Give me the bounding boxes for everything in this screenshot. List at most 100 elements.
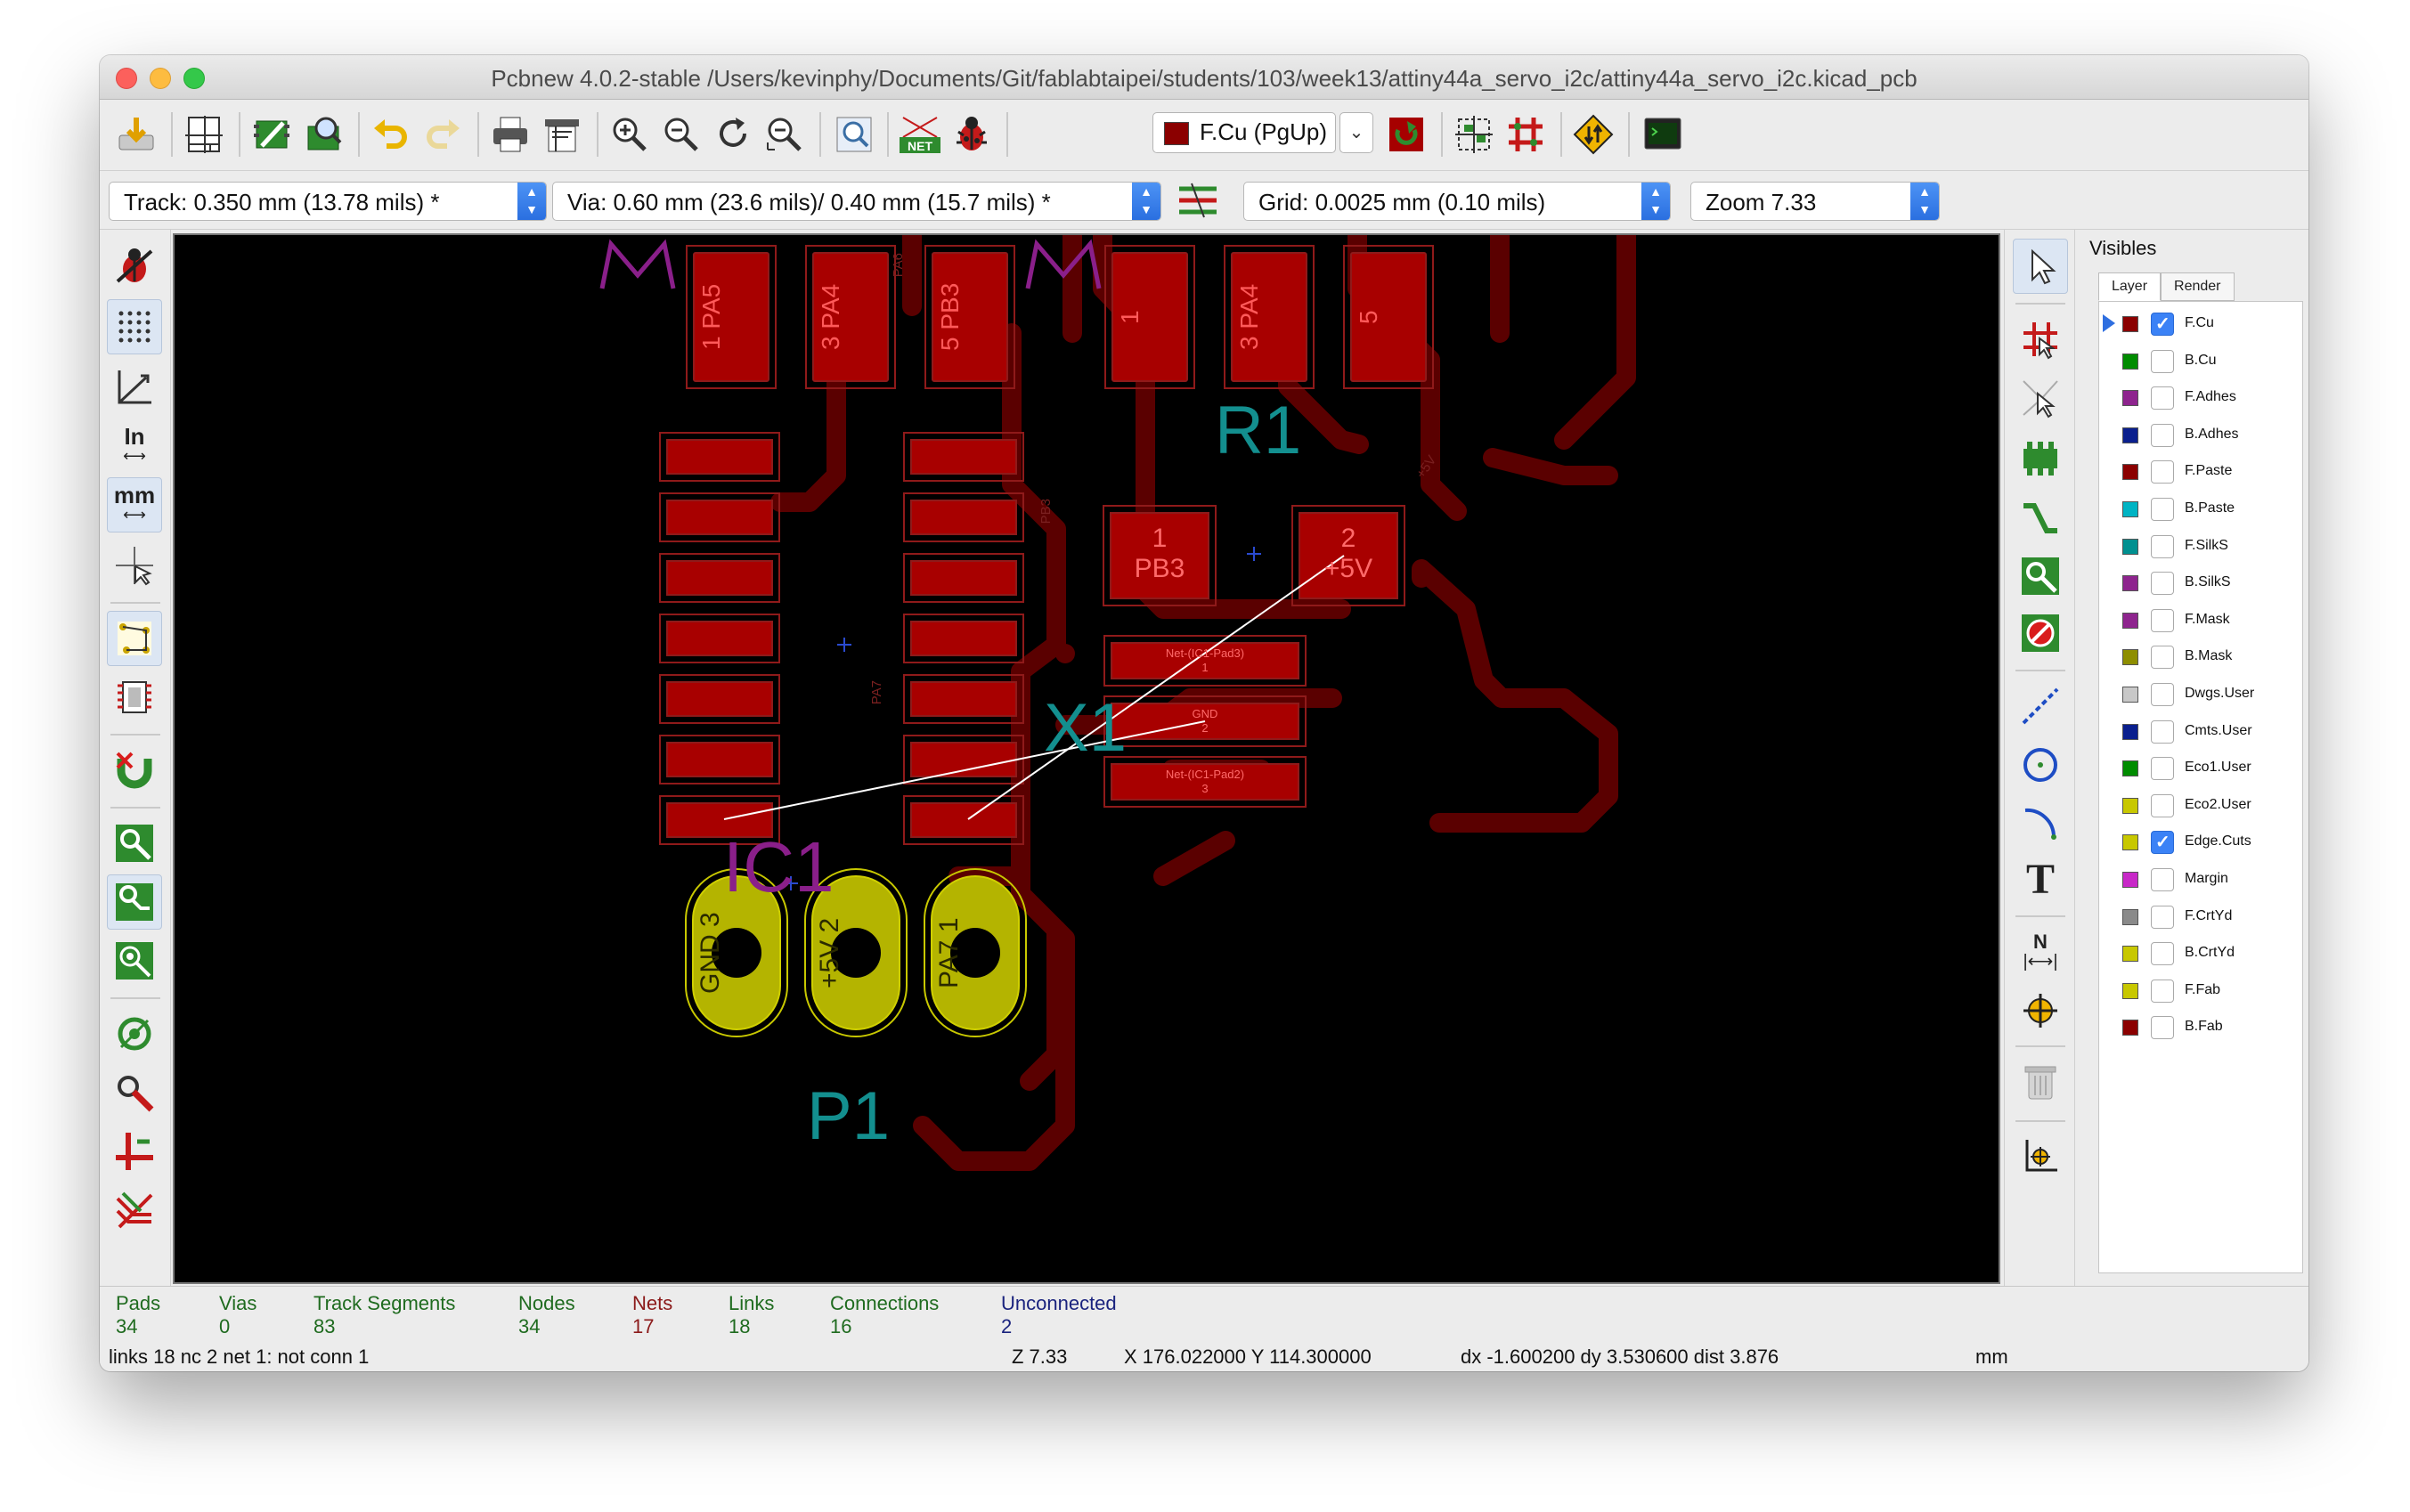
layer-color-swatch[interactable] (2122, 538, 2138, 555)
r1-pad-2[interactable]: 2 +5V (1299, 513, 1397, 598)
layer-color-swatch[interactable] (2122, 1020, 2138, 1036)
layer-row[interactable]: B.SilkS (2099, 566, 2302, 598)
layer-visibility-checkbox[interactable] (2151, 793, 2174, 817)
layer-row[interactable]: F.Paste (2099, 455, 2302, 487)
top-pad-2[interactable]: 3 PA4 (813, 253, 888, 381)
zoom-out-icon[interactable] (654, 107, 709, 162)
layer-row[interactable]: F.Cu (2099, 307, 2302, 339)
plot-icon[interactable] (534, 107, 590, 162)
layer-visibility-checkbox[interactable] (2151, 942, 2174, 966)
layer-row[interactable]: Margin (2099, 863, 2302, 895)
add-arc-icon[interactable] (2013, 794, 2068, 849)
layer-selector[interactable]: F.Cu (PgUp) (1152, 112, 1336, 153)
tab-layer[interactable]: Layer (2098, 272, 2162, 301)
layer-color-swatch[interactable] (2122, 353, 2138, 370)
layer-row[interactable]: Eco2.User (2099, 789, 2302, 821)
layer-row[interactable]: F.SilkS (2099, 530, 2302, 562)
layer-color-swatch[interactable] (2122, 982, 2138, 999)
magnetic-icon[interactable] (107, 743, 162, 798)
layer-visibility-checkbox[interactable] (2151, 349, 2174, 373)
top-pad-1[interactable]: 1 PA5 (694, 253, 769, 381)
layer-row[interactable]: B.CrtYd (2099, 937, 2302, 969)
add-text-icon[interactable]: T (2013, 851, 2068, 906)
select-icon[interactable] (2013, 239, 2068, 294)
layer-color-swatch[interactable] (2122, 316, 2138, 332)
grid-origin-icon[interactable] (2013, 1129, 2068, 1184)
auto-track-width-icon[interactable] (1170, 173, 1225, 228)
mm-units-icon[interactable]: mm ⟷ (107, 477, 162, 532)
layer-visibility-checkbox[interactable] (2151, 386, 2174, 411)
top-pad-3[interactable]: 5 PB3 (932, 253, 1007, 381)
ratsnest-icon[interactable] (107, 611, 162, 666)
layer-pair-icon[interactable] (1379, 107, 1434, 162)
layer-color-swatch[interactable] (2122, 464, 2138, 481)
layer-visibility-checkbox[interactable] (2151, 572, 2174, 596)
keepout-icon[interactable] (2013, 606, 2068, 661)
local-ratsnest-icon[interactable] (2013, 370, 2068, 426)
target-icon[interactable] (2013, 983, 2068, 1038)
via-sketch-icon[interactable] (107, 933, 162, 988)
zone-fill-icon[interactable] (107, 816, 162, 871)
netlist-icon[interactable]: NET (892, 107, 948, 162)
cursor-shape-icon[interactable] (107, 538, 162, 593)
layer-color-swatch[interactable] (2122, 687, 2138, 703)
layer-color-swatch[interactable] (2122, 501, 2138, 517)
layer-color-swatch[interactable] (2122, 649, 2138, 666)
layer-row[interactable]: B.Paste (2099, 492, 2302, 524)
autoplace-icon[interactable] (1446, 107, 1502, 162)
pcb-canvas[interactable]: 1 PA5 3 PA4 5 PB3 1 3 PA4 5 1 PB3 2 +5V … (173, 233, 2000, 1284)
delete-icon[interactable] (2013, 1054, 2068, 1110)
layer-visibility-checkbox[interactable] (2151, 683, 2174, 706)
scripting-console-icon[interactable] (1635, 107, 1690, 162)
track-sketch-icon[interactable] (107, 874, 162, 930)
layer-visibility-checkbox[interactable] (2151, 313, 2174, 336)
inch-units-icon[interactable]: In ⟷ (107, 419, 162, 474)
library-editor-icon[interactable] (244, 107, 299, 162)
layer-row[interactable]: B.Cu (2099, 345, 2302, 377)
zoom-select[interactable]: Zoom 7.33 ▲ ▼ (1690, 182, 1940, 221)
layer-row[interactable]: B.Fab (2099, 1011, 2302, 1043)
layer-color-swatch[interactable] (2122, 834, 2138, 851)
x1-pad-1[interactable]: Net-(IC1-Pad3) 1 (1111, 643, 1299, 679)
layer-visibility-checkbox[interactable] (2151, 498, 2174, 521)
top-pad-6[interactable]: 5 (1351, 253, 1426, 381)
microwave-icon[interactable] (1566, 107, 1621, 162)
redraw-icon[interactable] (705, 107, 761, 162)
add-circle-icon[interactable] (2013, 737, 2068, 793)
drc-off-icon[interactable] (107, 239, 162, 294)
layer-visibility-checkbox[interactable] (2151, 905, 2174, 929)
layer-row[interactable]: Eco1.User (2099, 752, 2302, 784)
layer-visibility-checkbox[interactable] (2151, 1016, 2174, 1040)
track-length-icon[interactable] (107, 1183, 162, 1238)
grid-select[interactable]: Grid: 0.0025 mm (0.10 mils) ▲ ▼ (1243, 182, 1671, 221)
layer-row[interactable]: B.Mask (2099, 640, 2302, 672)
layer-visibility-checkbox[interactable] (2151, 831, 2174, 855)
layer-row[interactable]: Edge.Cuts (2099, 825, 2302, 858)
layer-visibility-checkbox[interactable] (2151, 868, 2174, 891)
highlight-net-icon[interactable] (2013, 312, 2068, 367)
layer-visibility-checkbox[interactable] (2151, 423, 2174, 447)
tab-render[interactable]: Render (2161, 272, 2235, 301)
save-icon[interactable] (109, 107, 164, 162)
layer-row[interactable]: F.Mask (2099, 604, 2302, 636)
add-footprint-icon[interactable] (2013, 431, 2068, 486)
layer-color-swatch[interactable] (2122, 612, 2138, 629)
module-ratsnest-icon[interactable] (107, 670, 162, 725)
layer-row[interactable]: F.Fab (2099, 974, 2302, 1006)
layer-visibility-checkbox[interactable] (2151, 757, 2174, 781)
layer-visibility-checkbox[interactable] (2151, 534, 2174, 558)
layer-row[interactable]: Dwgs.User (2099, 678, 2302, 710)
find-icon[interactable] (826, 107, 882, 162)
layer-row[interactable]: F.Adhes (2099, 381, 2302, 413)
layer-color-swatch[interactable] (2122, 575, 2138, 592)
add-zone-icon[interactable] (2013, 549, 2068, 604)
polar-coords-icon[interactable] (107, 360, 162, 415)
p1-pad-3[interactable]: PA7 1 (932, 876, 1019, 1029)
microwave-tools-icon[interactable] (107, 1065, 162, 1120)
via-size-select[interactable]: Via: 0.60 mm (23.6 mils)/ 0.40 mm (15.7 … (552, 182, 1161, 221)
layer-visibility-checkbox[interactable] (2151, 719, 2174, 744)
route-track-icon[interactable] (2013, 492, 2068, 547)
library-browser-icon[interactable] (296, 107, 351, 162)
layer-row[interactable]: B.Adhes (2099, 419, 2302, 451)
page-settings-icon[interactable] (176, 107, 232, 162)
